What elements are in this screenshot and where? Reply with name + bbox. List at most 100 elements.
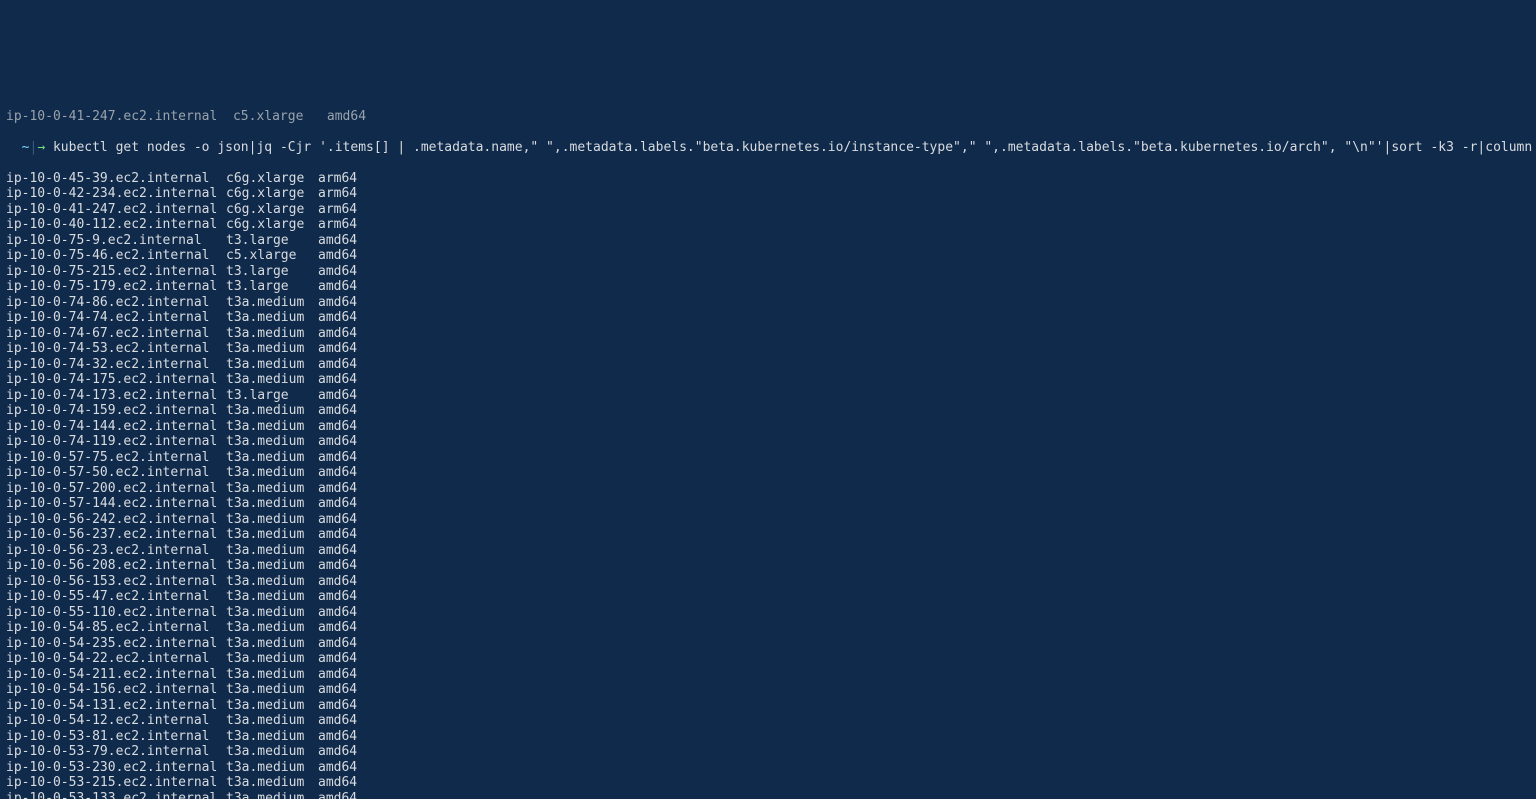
instance-type: c6g.xlarge bbox=[226, 217, 318, 233]
output-row: ip-10-0-75-179.ec2.internalt3.largeamd64 bbox=[6, 279, 1530, 295]
arch: amd64 bbox=[318, 589, 357, 605]
terminal[interactable]: ip-10-0-41-247.ec2.internal c5.xlarge am… bbox=[0, 78, 1536, 799]
output-table: ip-10-0-45-39.ec2.internalc6g.xlargearm6… bbox=[6, 171, 1530, 799]
node-name: ip-10-0-55-110.ec2.internal bbox=[6, 605, 226, 621]
instance-type: t3a.medium bbox=[226, 744, 318, 760]
output-row: ip-10-0-74-144.ec2.internalt3a.mediumamd… bbox=[6, 419, 1530, 435]
arch: amd64 bbox=[318, 233, 357, 249]
arch: amd64 bbox=[318, 512, 357, 528]
arch: amd64 bbox=[318, 248, 357, 264]
instance-type: t3.large bbox=[226, 264, 318, 280]
arch: amd64 bbox=[318, 698, 357, 714]
output-row: ip-10-0-56-237.ec2.internalt3a.mediumamd… bbox=[6, 527, 1530, 543]
node-name: ip-10-0-57-75.ec2.internal bbox=[6, 450, 226, 466]
output-row: ip-10-0-54-85.ec2.internalt3a.mediumamd6… bbox=[6, 620, 1530, 636]
arch: amd64 bbox=[318, 713, 357, 729]
node-name: ip-10-0-42-234.ec2.internal bbox=[6, 186, 226, 202]
output-row: ip-10-0-57-50.ec2.internalt3a.mediumamd6… bbox=[6, 465, 1530, 481]
output-row: ip-10-0-56-23.ec2.internalt3a.mediumamd6… bbox=[6, 543, 1530, 559]
instance-type: t3a.medium bbox=[226, 465, 318, 481]
node-name: ip-10-0-54-211.ec2.internal bbox=[6, 667, 226, 683]
output-row: ip-10-0-40-112.ec2.internalc6g.xlargearm… bbox=[6, 217, 1530, 233]
output-row: ip-10-0-75-9.ec2.internalt3.largeamd64 bbox=[6, 233, 1530, 249]
output-row: ip-10-0-56-208.ec2.internalt3a.mediumamd… bbox=[6, 558, 1530, 574]
instance-type: c6g.xlarge bbox=[226, 202, 318, 218]
output-row: ip-10-0-54-156.ec2.internalt3a.mediumamd… bbox=[6, 682, 1530, 698]
arch: amd64 bbox=[318, 791, 357, 799]
node-name: ip-10-0-45-39.ec2.internal bbox=[6, 171, 226, 187]
instance-type: t3.large bbox=[226, 388, 318, 404]
instance-type: t3a.medium bbox=[226, 589, 318, 605]
node-name: ip-10-0-54-85.ec2.internal bbox=[6, 620, 226, 636]
arch: amd64 bbox=[318, 760, 357, 776]
arch: amd64 bbox=[318, 310, 357, 326]
output-row: ip-10-0-56-242.ec2.internalt3a.mediumamd… bbox=[6, 512, 1530, 528]
output-row: ip-10-0-54-131.ec2.internalt3a.mediumamd… bbox=[6, 698, 1530, 714]
output-row: ip-10-0-54-12.ec2.internalt3a.mediumamd6… bbox=[6, 713, 1530, 729]
node-name: ip-10-0-74-144.ec2.internal bbox=[6, 419, 226, 435]
arch: amd64 bbox=[318, 729, 357, 745]
instance-type: t3a.medium bbox=[226, 682, 318, 698]
arch: amd64 bbox=[318, 419, 357, 435]
node-name: ip-10-0-74-86.ec2.internal bbox=[6, 295, 226, 311]
output-row: ip-10-0-54-211.ec2.internalt3a.mediumamd… bbox=[6, 667, 1530, 683]
instance-type: c6g.xlarge bbox=[226, 171, 318, 187]
arch: amd64 bbox=[318, 279, 357, 295]
arch: amd64 bbox=[318, 264, 357, 280]
node-name: ip-10-0-56-237.ec2.internal bbox=[6, 527, 226, 543]
arch: amd64 bbox=[318, 527, 357, 543]
output-row: ip-10-0-55-110.ec2.internalt3a.mediumamd… bbox=[6, 605, 1530, 621]
output-row: ip-10-0-54-235.ec2.internalt3a.mediumamd… bbox=[6, 636, 1530, 652]
node-name: ip-10-0-54-235.ec2.internal bbox=[6, 636, 226, 652]
output-row: ip-10-0-53-133.ec2.internalt3a.mediumamd… bbox=[6, 791, 1530, 799]
output-row: ip-10-0-74-159.ec2.internalt3a.mediumamd… bbox=[6, 403, 1530, 419]
command-text[interactable]: kubectl get nodes -o json|jq -Cjr '.item… bbox=[53, 140, 1536, 155]
output-row: ip-10-0-75-46.ec2.internalc5.xlargeamd64 bbox=[6, 248, 1530, 264]
instance-type: t3a.medium bbox=[226, 574, 318, 590]
arch: amd64 bbox=[318, 481, 357, 497]
node-name: ip-10-0-54-12.ec2.internal bbox=[6, 713, 226, 729]
instance-type: t3a.medium bbox=[226, 357, 318, 373]
node-name: ip-10-0-74-53.ec2.internal bbox=[6, 341, 226, 357]
instance-type: t3a.medium bbox=[226, 450, 318, 466]
truncated-previous-output: ip-10-0-41-247.ec2.internal c5.xlarge am… bbox=[6, 109, 1530, 125]
instance-type: t3.large bbox=[226, 233, 318, 249]
arch: amd64 bbox=[318, 341, 357, 357]
prompt-line[interactable]: ~|→ kubectl get nodes -o json|jq -Cjr '.… bbox=[22, 140, 1536, 155]
node-name: ip-10-0-74-67.ec2.internal bbox=[6, 326, 226, 342]
node-name: ip-10-0-74-175.ec2.internal bbox=[6, 372, 226, 388]
arch: amd64 bbox=[318, 636, 357, 652]
instance-type: t3a.medium bbox=[226, 729, 318, 745]
node-name: ip-10-0-40-112.ec2.internal bbox=[6, 217, 226, 233]
output-row: ip-10-0-75-215.ec2.internalt3.largeamd64 bbox=[6, 264, 1530, 280]
arch: arm64 bbox=[318, 202, 357, 218]
instance-type: t3a.medium bbox=[226, 620, 318, 636]
node-name: ip-10-0-53-81.ec2.internal bbox=[6, 729, 226, 745]
instance-type: t3a.medium bbox=[226, 310, 318, 326]
arch: amd64 bbox=[318, 434, 357, 450]
output-row: ip-10-0-74-175.ec2.internalt3a.mediumamd… bbox=[6, 372, 1530, 388]
output-row: ip-10-0-53-230.ec2.internalt3a.mediumamd… bbox=[6, 760, 1530, 776]
arch: amd64 bbox=[318, 465, 357, 481]
instance-type: c5.xlarge bbox=[226, 248, 318, 264]
output-row: ip-10-0-57-144.ec2.internalt3a.mediumamd… bbox=[6, 496, 1530, 512]
instance-type: t3a.medium bbox=[226, 527, 318, 543]
arch: amd64 bbox=[318, 496, 357, 512]
instance-type: t3a.medium bbox=[226, 403, 318, 419]
node-name: ip-10-0-53-230.ec2.internal bbox=[6, 760, 226, 776]
arch: arm64 bbox=[318, 186, 357, 202]
instance-type: c6g.xlarge bbox=[226, 186, 318, 202]
output-row: ip-10-0-56-153.ec2.internalt3a.mediumamd… bbox=[6, 574, 1530, 590]
instance-type: t3a.medium bbox=[226, 558, 318, 574]
output-row: ip-10-0-42-234.ec2.internalc6g.xlargearm… bbox=[6, 186, 1530, 202]
instance-type: t3a.medium bbox=[226, 713, 318, 729]
arch: amd64 bbox=[318, 682, 357, 698]
instance-type: t3a.medium bbox=[226, 667, 318, 683]
node-name: ip-10-0-57-144.ec2.internal bbox=[6, 496, 226, 512]
arch: amd64 bbox=[318, 605, 357, 621]
arch: amd64 bbox=[318, 388, 357, 404]
output-row: ip-10-0-74-74.ec2.internalt3a.mediumamd6… bbox=[6, 310, 1530, 326]
instance-type: t3.large bbox=[226, 279, 318, 295]
arch: arm64 bbox=[318, 171, 357, 187]
instance-type: t3a.medium bbox=[226, 434, 318, 450]
